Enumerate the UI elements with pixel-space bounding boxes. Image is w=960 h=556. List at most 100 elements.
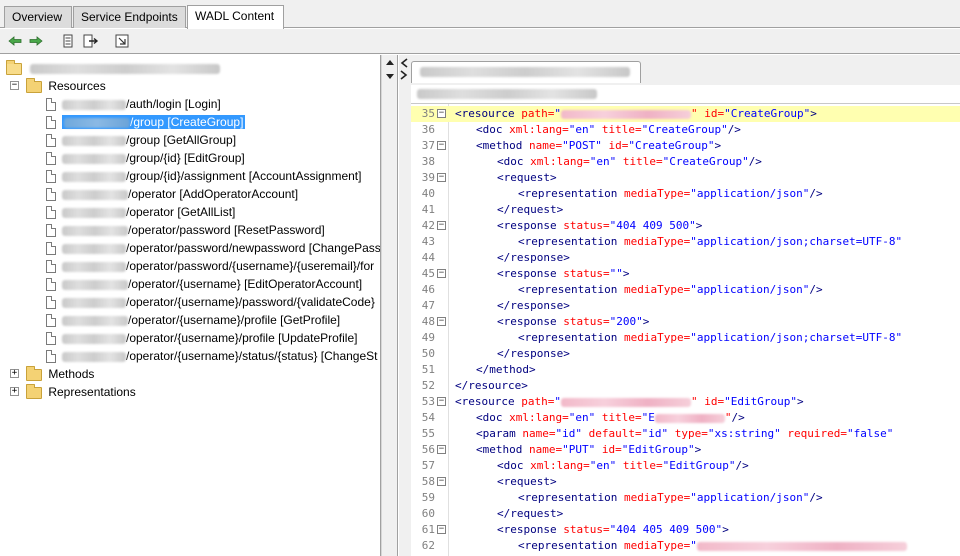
fold-toggle-icon[interactable]: − (437, 477, 446, 486)
tree-item-label: /operator/{username}/profile [GetProfile… (62, 313, 340, 327)
tree-node-methods[interactable]: + Methods (10, 365, 94, 383)
expand-right-icon[interactable] (399, 70, 409, 80)
xml-tag: </response (497, 347, 564, 360)
code-text: </request> (497, 506, 563, 522)
fold-toggle-icon[interactable]: − (437, 109, 446, 118)
back-arrow-icon[interactable] (6, 33, 24, 49)
file-icon (46, 188, 56, 202)
xml-value: "CreateGroup" (662, 155, 749, 168)
xml-value: " (554, 107, 561, 120)
collapse-left-icon[interactable] (399, 58, 409, 68)
xml-attribute: mediaType= (617, 187, 691, 200)
expand-icon[interactable]: + (10, 369, 19, 378)
fold-toggle-icon[interactable]: − (437, 173, 446, 182)
file-icon (46, 314, 56, 328)
refresh-window-icon[interactable] (113, 33, 131, 49)
xml-attribute: id= (595, 443, 622, 456)
xml-tag-close: > (694, 443, 702, 456)
code-text: <doc xml:lang="en" title="EditGroup"/> (497, 458, 749, 474)
tree-item-resource[interactable]: /group/{id}/assignment [AccountAssignmen… (46, 167, 361, 185)
xml-value: "EditGroup" (662, 459, 736, 472)
tree-vertical-scrollbar[interactable] (381, 55, 398, 556)
tab-service-endpoints[interactable]: Service Endpoints (73, 6, 186, 28)
code-text: <resource path=" " id="CreateGroup"> (455, 106, 817, 122)
scroll-down-arrow-icon[interactable] (385, 73, 395, 80)
tree-item-resource[interactable]: /operator/{username}/status/{status} [Ch… (46, 347, 378, 365)
scroll-up-arrow-icon[interactable] (385, 59, 395, 66)
tree-item-resource[interactable]: /operator/password [ResetPassword] (46, 221, 325, 239)
xml-tag-close: > (549, 475, 557, 488)
fold-toggle-icon[interactable]: − (437, 221, 446, 230)
tree-item-resource[interactable]: /operator [AddOperatorAccount] (46, 185, 298, 203)
xml-value: " (554, 395, 561, 408)
xml-tag-close: > (563, 347, 570, 360)
line-number: 54 (421, 411, 435, 424)
xml-tag: </resource (455, 379, 522, 392)
expand-icon[interactable]: + (10, 387, 19, 396)
toolbar (0, 29, 960, 54)
tree-item-resource[interactable]: /group [GetAllGroup] (46, 131, 236, 149)
tab-overview[interactable]: Overview (4, 6, 72, 28)
xml-attribute: xml:lang= (502, 411, 569, 424)
tree-item-resource[interactable]: /operator/{username} [EditOperatorAccoun… (46, 275, 362, 293)
xml-value: "en" (589, 155, 617, 168)
resources-label: Resources (48, 79, 106, 93)
code-text: <representation mediaType="application/j… (518, 490, 823, 506)
tree-item-resource[interactable]: /operator/{username}/profile [UpdateProf… (46, 329, 357, 347)
xml-value: "application/json;charset=UTF-8" (690, 235, 903, 248)
tree-item-resource[interactable]: /operator/{username}/profile [GetProfile… (46, 311, 340, 329)
line-number: 60 (421, 507, 435, 520)
code-text: </response> (497, 250, 570, 266)
tab-wadl-content[interactable]: WADL Content (187, 5, 284, 29)
line-number: 55 (421, 427, 435, 440)
xml-value: "E (641, 411, 655, 424)
tree-item-resource[interactable]: /operator [GetAllList] (46, 203, 235, 221)
code-line: 38 <doc xml:lang="en" title="CreateGroup"… (411, 154, 960, 170)
tab-wadl-content-label: WADL Content (195, 9, 275, 23)
tree-item-resource[interactable]: /auth/login [Login] (46, 95, 221, 113)
code-line: 49 <representation mediaType="application… (411, 330, 960, 346)
tree-item-resource[interactable]: /operator/password/newpassword [ChangePa… (46, 239, 380, 257)
tree-item-resource[interactable]: /operator/{username}/password/{validateC… (46, 293, 375, 311)
xml-value: "en" (568, 123, 596, 136)
tree-item-path: /auth/login [Login] (126, 97, 221, 111)
wadl-document-tab[interactable] (411, 61, 641, 83)
tree-item-label: /operator [AddOperatorAccount] (62, 187, 298, 201)
fold-toggle-icon[interactable]: − (437, 317, 446, 326)
xml-code-editor[interactable]: 35− <resource path=" " id="CreateGroup"> 36… (411, 103, 960, 556)
line-number: 35 (421, 107, 435, 120)
tree-item-label: /operator/password/newpassword [ChangePa… (62, 241, 380, 255)
tree-item-label: /operator/{username} [EditOperatorAccoun… (62, 277, 362, 291)
xml-tag: <method (476, 443, 523, 456)
code-text: </response> (497, 346, 570, 362)
forward-arrow-icon[interactable] (27, 33, 45, 49)
collapse-icon[interactable]: − (10, 81, 19, 90)
xml-attribute: required= (780, 427, 847, 440)
xml-value: "404 409 500" (609, 219, 696, 232)
tree-item-label: /operator/password [ResetPassword] (62, 223, 325, 237)
xml-tag-close: > (622, 267, 630, 280)
fold-toggle-icon[interactable]: − (437, 397, 446, 406)
xml-value: "application/json" (690, 187, 810, 200)
file-icon (46, 170, 56, 184)
fold-toggle-icon[interactable]: − (437, 141, 446, 150)
tab-overview-label: Overview (12, 10, 63, 24)
fold-toggle-icon[interactable]: − (437, 269, 446, 278)
tree-item-resource[interactable]: /operator/password/{username}/{useremail… (46, 257, 374, 275)
xml-tag-close: > (642, 315, 650, 328)
fold-toggle-icon[interactable]: − (437, 445, 446, 454)
tree-item-resource[interactable]: /group/{id} [EditGroup] (46, 149, 245, 167)
tree-node-resources[interactable]: − Resources (10, 77, 106, 95)
export-icon[interactable] (82, 33, 100, 49)
xml-tag-close: > (722, 523, 729, 536)
redacted-value (560, 109, 691, 119)
xml-tag-close: > (796, 395, 804, 408)
tree-item-resource[interactable]: /group [CreateGroup] (46, 113, 246, 131)
document-list-icon[interactable] (59, 33, 77, 49)
code-text: <request> (497, 170, 557, 186)
tree-item-label: /group [CreateGroup] (62, 115, 246, 129)
tree-root[interactable] (6, 59, 221, 77)
xml-tag: <doc (476, 411, 503, 424)
tree-node-representations[interactable]: + Representations (10, 383, 136, 401)
fold-toggle-icon[interactable]: − (437, 525, 446, 534)
